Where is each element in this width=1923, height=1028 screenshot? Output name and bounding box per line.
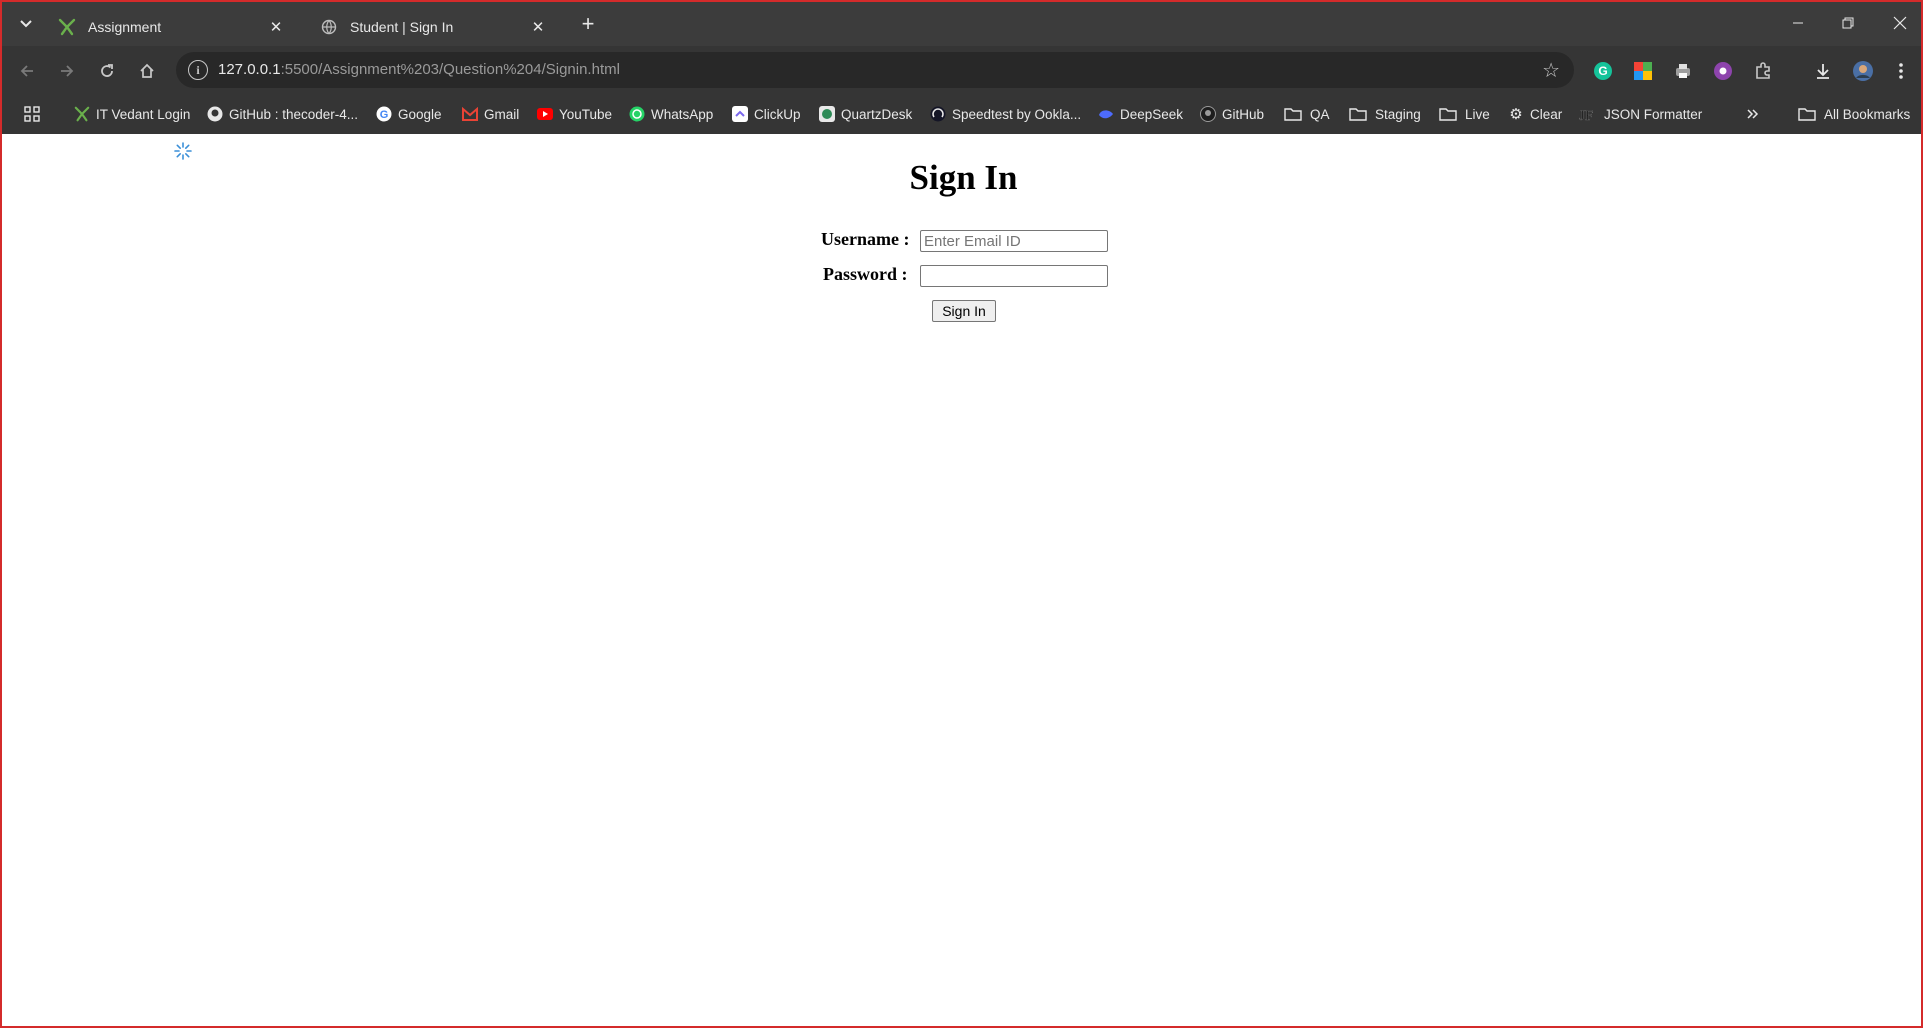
back-button[interactable] — [14, 58, 40, 84]
svg-text:JF: JF — [1579, 108, 1593, 122]
forward-button[interactable] — [54, 58, 80, 84]
username-field[interactable] — [920, 230, 1108, 252]
color-palette-extension-icon[interactable] — [1632, 60, 1654, 82]
tab-close-icon[interactable]: ✕ — [528, 17, 548, 37]
bookmark-deepseek[interactable]: DeepSeek — [1098, 103, 1183, 125]
browser-toolbar: i 127.0.0.1:5500/Assignment%203/Question… — [2, 46, 1921, 94]
bookmark-label: GitHub — [1222, 106, 1265, 122]
quartzdesk-icon — [819, 106, 835, 122]
bookmark-github[interactable]: GitHub — [1200, 103, 1264, 125]
bookmark-label: Google — [398, 106, 442, 122]
folder-icon — [1439, 106, 1457, 122]
globe-icon — [320, 18, 338, 36]
bookmark-label: YouTube — [559, 106, 613, 122]
deepseek-icon — [1098, 106, 1114, 122]
bookmark-label: Speedtest by Ookla... — [952, 106, 1082, 122]
bookmark-label: QuartzDesk — [841, 106, 913, 122]
folder-icon — [1798, 106, 1816, 122]
browser-menu-icon[interactable] — [1890, 60, 1912, 82]
address-bar[interactable]: i 127.0.0.1:5500/Assignment%203/Question… — [176, 52, 1574, 88]
itvedant-favicon-icon — [58, 18, 76, 36]
url-host: 127.0.0.1 — [218, 61, 281, 78]
bookmark-gmail[interactable]: Gmail — [462, 103, 519, 125]
bookmark-google[interactable]: G Google — [376, 103, 442, 125]
bookmark-label: Staging — [1375, 106, 1421, 122]
tab-title: Student | Sign In — [350, 19, 454, 35]
bookmark-folder-live[interactable]: Live — [1439, 103, 1490, 125]
bookmark-label: JSON Formatter — [1604, 106, 1703, 122]
github-icon — [1200, 106, 1216, 122]
tab-student-sign-in[interactable]: Student | Sign In ✕ — [308, 8, 560, 46]
url-text[interactable]: 127.0.0.1:5500/Assignment%203/Question%2… — [218, 61, 620, 78]
bookmark-github-thecoder[interactable]: GitHub : thecoder-4... — [207, 103, 358, 125]
bookmark-folder-qa[interactable]: QA — [1284, 103, 1330, 125]
tab-search-chevron-icon[interactable] — [14, 12, 38, 36]
bookmark-quartzdesk[interactable]: QuartzDesk — [819, 103, 912, 125]
gmail-icon — [462, 106, 478, 122]
svg-text:G: G — [1598, 64, 1607, 78]
bookmark-whatsapp[interactable]: WhatsApp — [629, 103, 713, 125]
restore-button[interactable] — [1828, 8, 1868, 38]
bookmark-label: WhatsApp — [651, 106, 714, 122]
folder-icon — [1284, 106, 1302, 122]
bookmark-label: ClickUp — [754, 106, 801, 122]
bookmark-label: Gmail — [484, 106, 520, 122]
bookmark-label: GitHub : thecoder-4... — [229, 106, 359, 122]
bookmark-label: QA — [1310, 106, 1330, 122]
password-label: Password : — [823, 264, 908, 284]
apps-grid-icon[interactable] — [24, 103, 40, 125]
folder-icon — [1349, 106, 1367, 122]
speedtest-icon — [930, 106, 946, 122]
tab-title: Assignment — [88, 19, 162, 35]
extensions-puzzle-icon[interactable] — [1752, 60, 1774, 82]
profile-avatar-icon[interactable] — [1852, 60, 1874, 82]
minimize-button[interactable] — [1778, 8, 1818, 38]
bookmark-folder-staging[interactable]: Staging — [1349, 103, 1421, 125]
more-bookmarks-chevron-icon[interactable] — [1746, 103, 1760, 125]
all-bookmarks-label: All Bookmarks — [1824, 106, 1911, 122]
bookmark-label: Live — [1465, 106, 1490, 122]
bookmark-clear[interactable]: ⚙ Clear — [1508, 103, 1562, 125]
bookmark-it-vedant-login[interactable]: IT Vedant Login — [74, 103, 190, 125]
bookmark-label: DeepSeek — [1120, 106, 1184, 122]
grammarly-icon[interactable]: G — [1592, 60, 1614, 82]
bookmark-speedtest[interactable]: Speedtest by Ookla... — [930, 103, 1081, 125]
bookmark-star-icon[interactable]: ☆ — [1542, 58, 1560, 83]
tab-close-icon[interactable]: ✕ — [266, 17, 286, 37]
bookmark-label: Clear — [1530, 106, 1563, 122]
password-field[interactable] — [920, 265, 1108, 287]
sign-in-button[interactable]: Sign In — [932, 300, 996, 322]
tab-strip: Assignment ✕ Student | Sign In ✕ + — [2, 2, 1921, 46]
whatsapp-icon — [629, 106, 645, 122]
gear-icon: ⚙ — [1509, 106, 1523, 123]
username-label: Username : — [821, 229, 910, 249]
bookmark-label: IT Vedant Login — [96, 106, 191, 122]
json-formatter-icon: JF — [1578, 106, 1598, 122]
page-viewport: Sign In Username : Password : Sign In — [2, 134, 1921, 1026]
svg-text:G: G — [380, 109, 389, 121]
bookmark-youtube[interactable]: YouTube — [537, 103, 612, 125]
url-path: :5500/Assignment%203/Question%204/Signin… — [280, 61, 620, 78]
bookmark-json-formatter[interactable]: JF JSON Formatter — [1578, 103, 1702, 125]
github-icon — [207, 106, 223, 122]
downloads-icon[interactable] — [1812, 60, 1834, 82]
clickup-icon — [732, 106, 748, 122]
page-title: Sign In — [909, 158, 1018, 197]
itvedant-icon — [74, 106, 90, 122]
youtube-icon — [537, 106, 553, 122]
home-button[interactable] — [134, 58, 160, 84]
browser-window: Assignment ✕ Student | Sign In ✕ + i 127… — [0, 0, 1923, 1028]
bookmarks-bar: IT Vedant Login GitHub : thecoder-4... G… — [2, 94, 1921, 134]
new-tab-button[interactable]: + — [576, 11, 600, 36]
all-bookmarks-button[interactable]: All Bookmarks — [1798, 103, 1910, 125]
print-extension-icon[interactable] — [1672, 60, 1694, 82]
settings-extension-icon[interactable] — [1712, 60, 1734, 82]
site-info-icon[interactable]: i — [188, 60, 208, 80]
google-icon: G — [376, 106, 392, 122]
reload-button[interactable] — [94, 58, 120, 84]
bookmark-clickup[interactable]: ClickUp — [732, 103, 801, 125]
close-window-button[interactable] — [1880, 8, 1920, 38]
tab-assignment[interactable]: Assignment ✕ — [46, 8, 298, 46]
